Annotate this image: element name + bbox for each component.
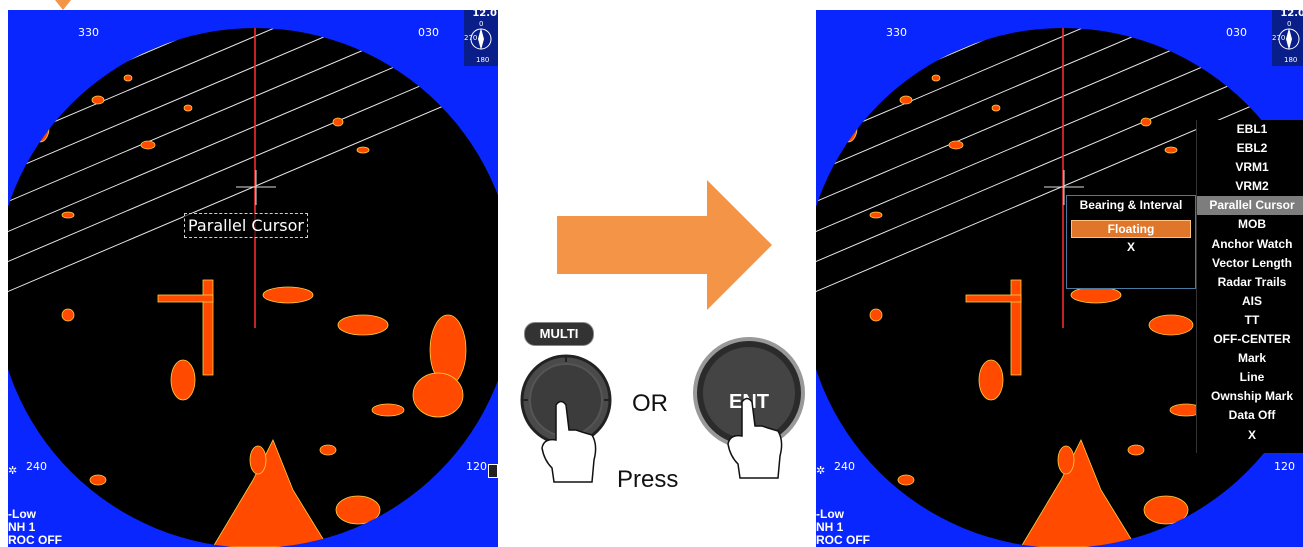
range-value: 12.0 [472,10,497,19]
menu-item-ais[interactable]: AIS [1197,292,1303,311]
status-line-roc-2: ROC OFF [816,533,870,547]
menu-item-off-center[interactable]: OFF-CENTER [1197,330,1303,349]
compass-indicator[interactable]: 12.0 0 270 180 [464,10,498,66]
menu-item-anchor-watch[interactable]: Anchor Watch [1197,235,1303,254]
radar-display[interactable] [8,10,498,547]
bearing-030-label: 030 [418,26,439,39]
ent-button-icon[interactable]: ENT [692,336,807,486]
camera-icon[interactable] [488,464,498,478]
compass-indicator-2[interactable]: 12.0 0 270 180 [1272,10,1303,66]
gear-icon-2[interactable]: ✲ [816,464,825,477]
bearing-330-label: 330 [78,26,99,39]
status-line-roc: ROC OFF [8,533,62,547]
or-text: OR [632,390,668,417]
bearing-330-label-2: 330 [886,26,907,39]
range-value-2: 12.0 [1280,10,1303,19]
bearing-120-label: 120 [466,460,487,473]
status-readout: -Low NH 1 ROC OFF [8,508,62,547]
compass-rose-icon-2 [1278,28,1300,50]
menu-item-tt[interactable]: TT [1197,311,1303,330]
menu-item-parallel-cursor[interactable]: Parallel Cursor [1197,196,1303,216]
multi-function-menu: EBL1 EBL2 VRM1 VRM2 Parallel Cursor MOB Anchor… [1196,120,1303,453]
bearing-240-label-2: 240 [834,460,855,473]
menu-item-data-off[interactable]: Data Off [1197,406,1303,425]
menu-item-mark[interactable]: Mark [1197,349,1303,368]
compass-south: 180 [476,56,490,64]
floating-option[interactable]: Floating [1071,220,1191,238]
submenu-title: Bearing & Interval [1079,198,1183,212]
bearing-240-label: 240 [26,460,47,473]
press-text: Press [617,466,679,493]
status-readout-2: -Low NH 1 ROC OFF [816,508,870,547]
menu-item-ownship-mark[interactable]: Ownship Mark [1197,387,1303,406]
compass-south-2: 180 [1284,56,1298,64]
gear-icon[interactable]: ✲ [8,464,17,477]
multi-knob-icon[interactable] [514,350,619,490]
bearing-interval-submenu: Bearing & Interval Floating X [1066,195,1196,289]
menu-item-vrm2[interactable]: VRM2 [1197,177,1303,196]
radar-screen-before: 330 030 240 120 12.0 0 270 180 ✲ Paralle… [8,10,498,547]
menu-item-ebl1[interactable]: EBL1 [1197,120,1303,139]
menu-item-radar-trails[interactable]: Radar Trails [1197,273,1303,292]
menu-item-vector-length[interactable]: Vector Length [1197,254,1303,273]
menu-item-ebl2[interactable]: EBL2 [1197,139,1303,158]
bearing-030-label-2: 030 [1226,26,1247,39]
menu-item-x[interactable]: X [1197,426,1303,445]
menu-item-mob[interactable]: MOB [1197,215,1303,234]
multi-button-label: MULTI [524,322,594,346]
right-arrow-icon [557,180,772,310]
menu-item-line[interactable]: Line [1197,368,1303,387]
compass-rose-icon [470,28,492,50]
bearing-120-label-2: 120 [1274,460,1295,473]
parallel-cursor-label[interactable]: Parallel Cursor [184,213,308,238]
submenu-close-button[interactable]: X [1067,240,1195,254]
radar-screen-after: 330 030 240 120 12.0 0 270 180 ✲ Bearing… [816,10,1303,547]
menu-item-vrm1[interactable]: VRM1 [1197,158,1303,177]
